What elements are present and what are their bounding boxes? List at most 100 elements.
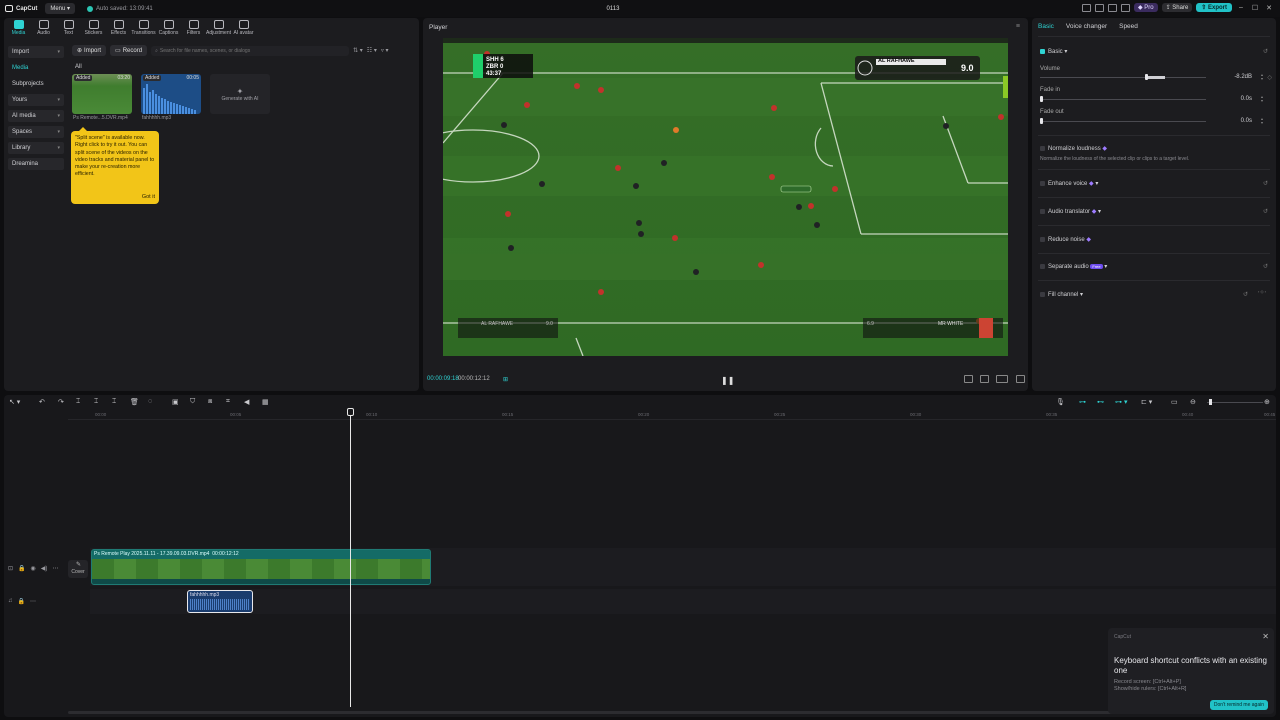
mirror-icon[interactable]: ⧈	[208, 398, 212, 406]
maximize-icon[interactable]: ☐	[1250, 4, 1260, 12]
split-icon[interactable]: ⌶	[76, 398, 80, 406]
dont-remind-button[interactable]: Don't remind me again	[1209, 700, 1268, 710]
tab-audio[interactable]: Audio	[33, 20, 54, 36]
pause-button[interactable]: ❚❚	[721, 376, 734, 385]
crop-tool-icon[interactable]: ⌗	[226, 398, 230, 406]
link-main-track-icon[interactable]: ⊶	[1079, 398, 1086, 406]
minimize-icon[interactable]: –	[1236, 4, 1246, 11]
split-left-icon[interactable]: ⌶	[94, 398, 98, 406]
zoom-out-icon[interactable]: ⊖	[1190, 398, 1196, 406]
translator-toggle[interactable]	[1040, 208, 1045, 214]
export-button[interactable]: ⇧ Export	[1196, 3, 1232, 12]
separate-audio-row[interactable]: Separate audio Free ▾	[1040, 263, 1107, 270]
magnet-icon[interactable]: ⊷	[1097, 398, 1104, 406]
pro-button[interactable]: ◆ Pro	[1133, 3, 1158, 12]
normalize-toggle[interactable]	[1040, 145, 1045, 151]
mark-icon[interactable]: ◌	[148, 398, 152, 405]
sidebar-item-spaces[interactable]: Spaces ▾	[8, 126, 64, 138]
got-it-button[interactable]: Got it	[142, 194, 155, 201]
screen-icon[interactable]	[1107, 3, 1117, 12]
fade-in-slider[interactable]	[1040, 99, 1206, 100]
tab-ai-avatar[interactable]: AI avatar	[233, 20, 254, 36]
fade-out-knob[interactable]	[1040, 118, 1043, 124]
record-button[interactable]: ▭ Record	[110, 45, 148, 56]
zoom-knob[interactable]	[1209, 399, 1212, 405]
audio-clip[interactable]: fahhhhh.mp3	[187, 590, 253, 613]
fullscreen-icon[interactable]	[1016, 375, 1025, 383]
shortcuts-icon[interactable]	[1094, 3, 1104, 12]
select-tool-icon[interactable]: ↖ ▾	[9, 398, 20, 406]
tab-media[interactable]: Media	[8, 20, 29, 36]
volume-slider[interactable]	[1040, 77, 1206, 78]
tab-basic[interactable]: Basic	[1038, 23, 1054, 30]
search-input[interactable]	[159, 47, 340, 54]
redo-icon[interactable]: ↷	[58, 398, 64, 406]
sidebar-item-ai-media[interactable]: AI media ▾	[8, 110, 64, 122]
cover-button[interactable]: ✎ Cover	[68, 560, 88, 578]
fade-in-knob[interactable]	[1040, 96, 1043, 102]
settings-icon[interactable]	[1120, 3, 1130, 12]
sort-icon[interactable]: ▿ ▾	[381, 47, 389, 54]
fade-out-slider[interactable]	[1040, 121, 1206, 122]
layout-icon[interactable]	[1081, 3, 1091, 12]
fade-in-stepper[interactable]: ▴ ▾	[1261, 95, 1263, 103]
zoom-slider[interactable]	[1207, 402, 1263, 403]
tab-text[interactable]: Text	[58, 20, 79, 36]
tab-voice-changer[interactable]: Voice changer	[1066, 23, 1107, 30]
tab-adjustment[interactable]: Adjustment	[206, 20, 231, 36]
basic-toggle[interactable]	[1040, 48, 1045, 54]
filter-icon[interactable]: ⇅ ▾	[353, 47, 363, 54]
freeze-icon[interactable]: ▣	[172, 398, 179, 406]
fade-in-value[interactable]: 0.0s	[1241, 96, 1252, 102]
reset-icon[interactable]: ↺	[1263, 180, 1268, 187]
sidebar-item-dreamina[interactable]: Dreamina	[8, 158, 64, 170]
reset-icon[interactable]: ↺	[1243, 291, 1248, 298]
sidebar-item-yours[interactable]: Yours ▾	[8, 94, 64, 106]
menu-icon[interactable]: ≡	[1016, 23, 1020, 30]
reverse-icon[interactable]: ◀	[244, 398, 249, 406]
tab-speed[interactable]: Speed	[1119, 23, 1138, 30]
menu-button[interactable]: Menu ▾	[45, 3, 76, 14]
fill-channel-stepper[interactable]: ‹ ◇ ›	[1258, 290, 1266, 294]
fade-out-stepper[interactable]: ▴ ▾	[1261, 117, 1263, 125]
view-mode-icon[interactable]: ☷ ▾	[367, 47, 377, 54]
enhance-voice-row[interactable]: Enhance voice ◆ ▾	[1040, 180, 1098, 187]
reduce-noise-row[interactable]: Reduce noise ◆	[1040, 236, 1091, 243]
lock-icon[interactable]: 🔒	[18, 565, 25, 572]
more-icon[interactable]: ⋯	[30, 598, 36, 605]
sidebar-item-subprojects[interactable]: Subprojects	[8, 78, 64, 90]
basic-section-header[interactable]: Basic ▾	[1040, 48, 1067, 55]
audio-translator-row[interactable]: Audio translator ◆ ▾	[1040, 208, 1101, 215]
playhead-handle[interactable]	[347, 408, 354, 416]
tab-transitions[interactable]: Transitions	[131, 20, 156, 36]
fill-channel-row[interactable]: Fill channel ▾	[1040, 291, 1083, 298]
sidebar-item-media[interactable]: Media	[8, 62, 64, 74]
video-clip[interactable]: Ps Remote Play 2025.11.11 - 17.39.09.03.…	[91, 549, 431, 585]
zoom-in-icon[interactable]: ⊕	[1264, 398, 1270, 406]
keyframe-icon[interactable]: ◇	[1267, 74, 1272, 81]
media-item-video[interactable]: Added 03:20	[72, 74, 132, 114]
sidebar-item-library[interactable]: Library ▾	[8, 142, 64, 154]
timeline-ruler[interactable]: 00:00 00:05 00:10 00:15 00:20 00:25 00:3…	[68, 410, 1276, 420]
reset-icon[interactable]: ↺	[1263, 208, 1268, 215]
ratio-icon[interactable]	[996, 375, 1008, 383]
normalize-row[interactable]: Normalize loudness ◆	[1040, 145, 1107, 152]
eye-icon[interactable]: ◉	[31, 565, 36, 572]
share-button[interactable]: ⇪ Share	[1161, 3, 1193, 12]
volume-value[interactable]: -8.2dB	[1234, 74, 1252, 80]
tab-stickers[interactable]: Stickers	[83, 20, 104, 36]
timecode-mode-icon[interactable]: ⊞	[503, 376, 508, 383]
reset-icon[interactable]: ↺	[1263, 263, 1268, 270]
linkage-icon[interactable]: ⊶ ▾	[1115, 398, 1127, 406]
tab-filters[interactable]: Filters	[183, 20, 204, 36]
reset-icon[interactable]: ↺	[1263, 48, 1268, 55]
close-icon[interactable]: ✕	[1264, 4, 1274, 12]
fill-channel-toggle[interactable]	[1040, 291, 1045, 297]
import-button[interactable]: ⊕ Import	[72, 45, 107, 56]
reduce-noise-toggle[interactable]	[1040, 236, 1045, 242]
preview-axis-icon[interactable]: ⊏ ▾	[1141, 398, 1152, 406]
separate-toggle[interactable]	[1040, 263, 1045, 269]
microphone-icon[interactable]: 🎙	[1056, 398, 1065, 406]
volume-stepper[interactable]: ▴ ▾	[1261, 73, 1263, 81]
delete-icon[interactable]: 🗑	[130, 398, 139, 406]
